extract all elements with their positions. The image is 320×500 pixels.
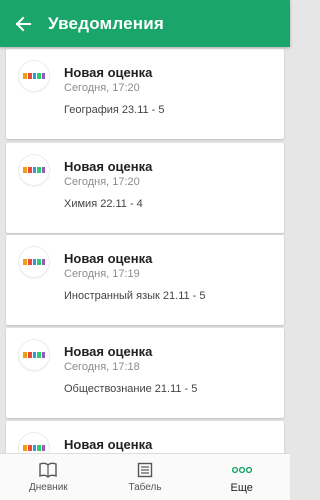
notification-title: Новая оценка <box>64 251 153 266</box>
book-icon <box>39 461 58 479</box>
notification-card[interactable]: Новая оценка Сегодня, 17:20 География 23… <box>6 49 284 139</box>
back-button[interactable] <box>0 0 46 47</box>
notifications-list[interactable]: Новая оценка Сегодня, 17:20 География 23… <box>0 47 290 453</box>
app-bar: Уведомления <box>0 0 290 47</box>
notification-title: Новая оценка <box>64 65 153 80</box>
notification-time: Сегодня, 17:20 <box>64 176 140 188</box>
nav-item-diary[interactable]: Дневник <box>0 454 97 500</box>
eschool-logo-icon <box>19 340 49 370</box>
notification-time: Сегодня, 17:20 <box>64 82 140 94</box>
nav-label: Еще <box>230 481 253 494</box>
notification-card[interactable]: Новая оценка Сегодня, 17:20 Химия 22.11 … <box>6 143 284 233</box>
nav-label: Дневник <box>29 482 68 493</box>
notification-body: География 23.11 - 5 <box>64 104 165 116</box>
report-card-icon <box>137 461 153 479</box>
notification-body: Иностранный язык 21.11 - 5 <box>64 290 206 302</box>
nav-label: Табель <box>128 482 162 493</box>
more-dots-icon <box>231 461 252 479</box>
eschool-logo-icon <box>19 247 49 277</box>
nav-item-more[interactable]: Еще <box>193 454 290 500</box>
notification-body: Обществознание 21.11 - 5 <box>64 383 198 395</box>
notification-card[interactable]: Новая оценка Сегодня, 17:19 Иностранный … <box>6 235 284 325</box>
nav-item-report-card[interactable]: Табель <box>97 454 194 500</box>
bottom-navigation: Дневник Табель Еще <box>0 453 290 500</box>
notification-time: Сегодня, 17:19 <box>64 268 140 280</box>
notification-body: Химия 22.11 - 4 <box>64 198 143 210</box>
arrow-left-icon <box>15 16 31 31</box>
eschool-logo-icon <box>19 155 49 185</box>
notification-card[interactable]: Новая оценка <box>6 421 284 453</box>
eschool-logo-icon <box>19 433 49 453</box>
notification-time: Сегодня, 17:18 <box>64 361 140 373</box>
notification-title: Новая оценка <box>64 159 153 174</box>
notification-card[interactable]: Новая оценка Сегодня, 17:18 Обществознан… <box>6 328 284 418</box>
notification-title: Новая оценка <box>64 344 153 359</box>
page-title: Уведомления <box>48 13 165 33</box>
eschool-logo-icon <box>19 61 49 91</box>
notification-title: Новая оценка <box>64 437 153 452</box>
